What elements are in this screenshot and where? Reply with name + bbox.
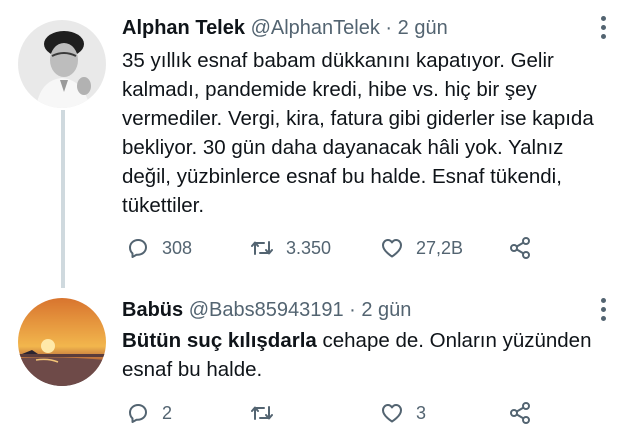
- share-button[interactable]: [508, 233, 532, 263]
- like-count: 27,2B: [416, 237, 464, 258]
- tweet-text: 35 yıllık esnaf babam dükkanını kapatıyo…: [122, 49, 594, 217]
- reply-button[interactable]: 308: [126, 233, 192, 263]
- share-icon: [510, 402, 530, 424]
- username-handle[interactable]: @Babs85943191: [189, 299, 344, 321]
- retweet-count: 3.350: [286, 237, 332, 258]
- retweet-icon: [251, 241, 273, 255]
- like-icon: [382, 404, 402, 423]
- share-icon: [510, 237, 530, 259]
- thread-line: [61, 110, 65, 288]
- like-count: 3: [416, 402, 427, 423]
- separator: ·: [349, 299, 356, 321]
- reply-button[interactable]: 2: [126, 398, 172, 428]
- tweet-text: Bütün suç kılışdarla cehape de. Onların …: [122, 326, 612, 384]
- like-button[interactable]: 27,2B: [380, 233, 463, 263]
- reply-icon: [129, 404, 147, 423]
- more-icon[interactable]: [601, 16, 607, 43]
- retweet-icon: [251, 406, 273, 420]
- retweet-button[interactable]: 3.350: [250, 233, 331, 263]
- retweet-button[interactable]: [250, 398, 286, 428]
- display-name[interactable]: Babüs: [122, 299, 183, 321]
- reply-count: 308: [162, 237, 193, 258]
- separator: ·: [385, 17, 393, 39]
- avatar[interactable]: [18, 20, 106, 108]
- tweet-header: Alphan Telek @AlphanTelek · 2 gün: [122, 16, 448, 40]
- avatar[interactable]: [18, 298, 106, 386]
- reply-icon: [129, 239, 147, 258]
- timestamp[interactable]: 2 gün: [361, 299, 411, 321]
- like-icon: [382, 239, 402, 258]
- username-handle[interactable]: @AlphanTelek: [251, 17, 380, 39]
- timestamp[interactable]: 2 gün: [398, 17, 448, 39]
- tweet-actions: 308 3.350 27,2B: [126, 233, 546, 263]
- reply-count: 2: [162, 402, 173, 423]
- tweet-header: Babüs @Babs85943191 · 2 gün: [122, 298, 411, 322]
- more-icon[interactable]: [601, 298, 607, 325]
- tweet-text-bold: Bütün suç kılışdarla: [122, 329, 317, 352]
- display-name[interactable]: Alphan Telek: [122, 17, 245, 39]
- tweet-actions: 2 3: [126, 398, 546, 428]
- like-button[interactable]: 3: [380, 398, 426, 428]
- share-button[interactable]: [508, 398, 532, 428]
